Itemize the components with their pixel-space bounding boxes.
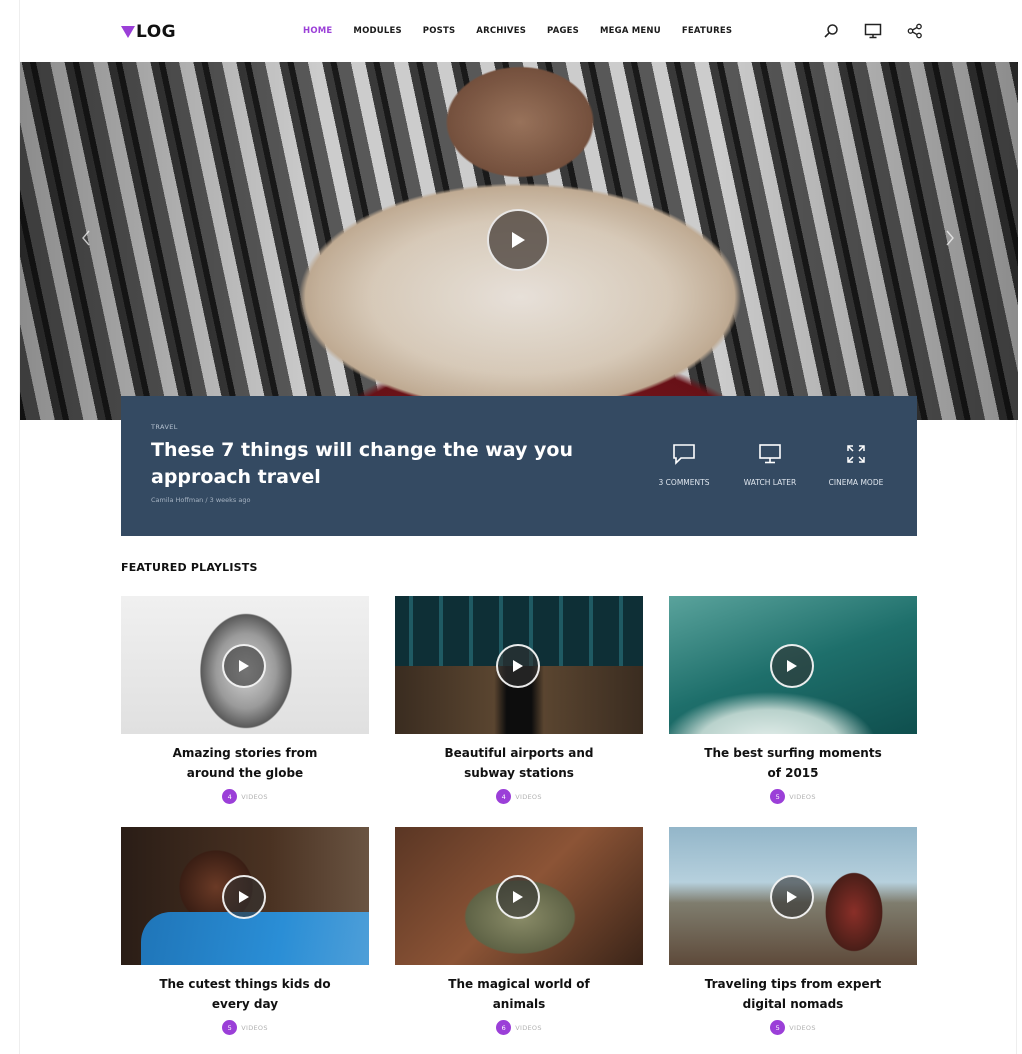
videos-label: VIDEOS bbox=[515, 792, 542, 801]
video-count-badge: 4 bbox=[222, 789, 238, 804]
videos-label: VIDEOS bbox=[241, 1023, 268, 1032]
play-icon[interactable] bbox=[222, 875, 266, 919]
playlist-meta: 5 VIDEOS bbox=[669, 1020, 917, 1035]
playlist-meta: 4 VIDEOS bbox=[395, 789, 643, 804]
comments-label: 3 COMMENTS bbox=[658, 478, 710, 487]
post-category[interactable]: TRAVEL bbox=[151, 423, 178, 431]
chevron-left-icon[interactable] bbox=[78, 230, 94, 246]
playlist-meta: 4 VIDEOS bbox=[121, 789, 369, 804]
site-header: LOG HOME MODULES POSTS ARCHIVES PAGES ME… bbox=[20, 0, 1018, 62]
play-icon[interactable] bbox=[770, 644, 814, 688]
play-icon[interactable] bbox=[222, 644, 266, 688]
playlist-meta: 6 VIDEOS bbox=[395, 1020, 643, 1035]
nav-item-modules[interactable]: MODULES bbox=[353, 26, 401, 36]
playlist-thumbnail[interactable] bbox=[669, 827, 917, 965]
play-icon[interactable] bbox=[770, 875, 814, 919]
comments-button[interactable]: 3 COMMENTS bbox=[641, 442, 727, 487]
play-icon[interactable] bbox=[496, 644, 540, 688]
share-icon[interactable] bbox=[906, 22, 924, 40]
nav-item-posts[interactable]: POSTS bbox=[423, 26, 456, 36]
expand-icon bbox=[843, 442, 869, 466]
playlist-title[interactable]: Traveling tips from expert digital nomad… bbox=[669, 974, 917, 1014]
search-icon[interactable] bbox=[822, 22, 840, 40]
monitor-icon bbox=[757, 442, 783, 466]
nav-item-pages[interactable]: PAGES bbox=[547, 26, 579, 36]
playlist-meta: 5 VIDEOS bbox=[669, 789, 917, 804]
playlist-title[interactable]: The best surfing moments of 2015 bbox=[669, 743, 917, 783]
play-icon[interactable] bbox=[487, 209, 549, 271]
main-nav: HOME MODULES POSTS ARCHIVES PAGES MEGA M… bbox=[303, 26, 753, 36]
playlist-card[interactable]: Amazing stories from around the globe 4 … bbox=[121, 596, 369, 804]
logo-text: LOG bbox=[136, 22, 177, 42]
logo-v-mark bbox=[121, 26, 135, 38]
monitor-icon[interactable] bbox=[864, 22, 882, 40]
video-count-badge: 5 bbox=[770, 789, 786, 804]
chevron-right-icon[interactable] bbox=[942, 230, 958, 246]
child-image bbox=[141, 912, 369, 965]
post-meta: Camila Hoffman / 3 weeks ago bbox=[151, 496, 250, 504]
playlist-thumbnail[interactable] bbox=[395, 596, 643, 734]
nav-item-home[interactable]: HOME bbox=[303, 26, 332, 36]
videos-label: VIDEOS bbox=[789, 792, 816, 801]
playlist-card[interactable]: Traveling tips from expert digital nomad… bbox=[669, 827, 917, 1035]
videos-label: VIDEOS bbox=[789, 1023, 816, 1032]
section-title: FEATURED PLAYLISTS bbox=[121, 561, 258, 574]
playlist-title[interactable]: Beautiful airports and subway stations bbox=[395, 743, 643, 783]
playlist-thumbnail[interactable] bbox=[121, 827, 369, 965]
video-count-badge: 6 bbox=[496, 1020, 512, 1035]
playlist-meta: 5 VIDEOS bbox=[121, 1020, 369, 1035]
post-author[interactable]: Camila Hoffman bbox=[151, 496, 203, 504]
page: LOG HOME MODULES POSTS ARCHIVES PAGES ME… bbox=[19, 0, 1018, 1054]
logo[interactable]: LOG bbox=[121, 22, 176, 42]
watch-later-label: WATCH LATER bbox=[743, 478, 797, 487]
playlist-title[interactable]: The magical world of animals bbox=[395, 974, 643, 1014]
nav-item-archives[interactable]: ARCHIVES bbox=[476, 26, 526, 36]
videos-label: VIDEOS bbox=[515, 1023, 542, 1032]
play-icon[interactable] bbox=[496, 875, 540, 919]
header-icons bbox=[822, 22, 924, 40]
watch-later-button[interactable]: WATCH LATER bbox=[727, 442, 813, 487]
playlist-thumbnail[interactable] bbox=[669, 596, 917, 734]
post-actions: 3 COMMENTS WATCH LATER CINEMA MODE bbox=[641, 442, 899, 487]
post-time: 3 weeks ago bbox=[209, 496, 251, 504]
post-title[interactable]: These 7 things will change the way you a… bbox=[151, 437, 591, 491]
hero-video[interactable] bbox=[20, 62, 1018, 420]
playlist-title[interactable]: The cutest things kids do every day bbox=[121, 974, 369, 1014]
nav-item-features[interactable]: FEATURES bbox=[682, 26, 732, 36]
playlist-card[interactable]: The magical world of animals 6 VIDEOS bbox=[395, 827, 643, 1035]
video-count-badge: 4 bbox=[496, 789, 512, 804]
traveler-image bbox=[809, 852, 894, 965]
playlist-title[interactable]: Amazing stories from around the globe bbox=[121, 743, 369, 783]
playlist-card[interactable]: Beautiful airports and subway stations 4… bbox=[395, 596, 643, 804]
featured-post-panel: TRAVEL These 7 things will change the wa… bbox=[121, 396, 917, 536]
video-count-badge: 5 bbox=[770, 1020, 786, 1035]
playlist-card[interactable]: The best surfing moments of 2015 5 VIDEO… bbox=[669, 596, 917, 804]
playlist-card[interactable]: The cutest things kids do every day 5 VI… bbox=[121, 827, 369, 1035]
cinema-mode-button[interactable]: CINEMA MODE bbox=[813, 442, 899, 487]
video-count-badge: 5 bbox=[222, 1020, 238, 1035]
playlist-thumbnail[interactable] bbox=[121, 596, 369, 734]
cinema-mode-label: CINEMA MODE bbox=[828, 478, 884, 487]
playlist-thumbnail[interactable] bbox=[395, 827, 643, 965]
comment-icon bbox=[671, 442, 697, 466]
nav-item-mega-menu[interactable]: MEGA MENU bbox=[600, 26, 661, 36]
videos-label: VIDEOS bbox=[241, 792, 268, 801]
